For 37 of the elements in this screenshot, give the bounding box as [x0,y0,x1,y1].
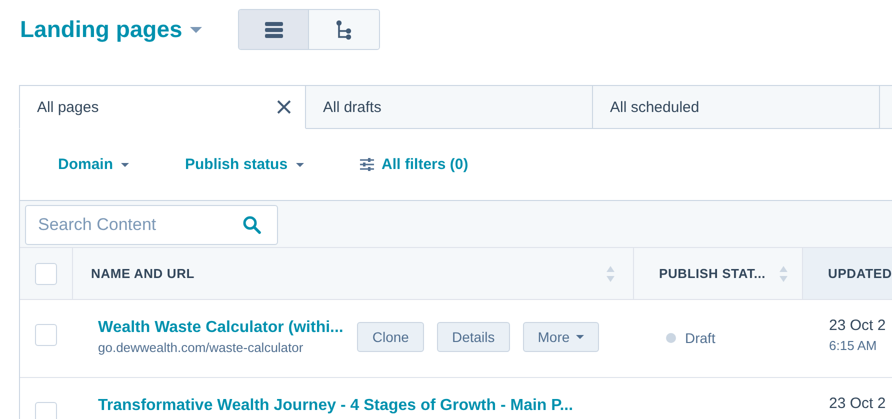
select-all-checkbox[interactable] [35,262,57,284]
search-field[interactable]: Search Content [25,205,278,245]
row-action-button[interactable]: More [522,322,599,352]
row-action-button[interactable]: Clone [357,322,424,352]
sliders-icon [360,158,374,171]
page-name-link[interactable]: Wealth Waste Calculator (withi... [98,319,344,337]
search-icon [243,216,261,234]
page-url: go.dewwealth.com/waste-calculator [98,340,304,355]
tab[interactable]: All pages [19,85,306,129]
sort-icon [779,264,788,282]
updated-time: 6:15 AM [829,338,878,353]
updated-date: 23 Oct 2 [829,317,886,334]
page-title-dropdown[interactable]: Landing pages [20,16,202,43]
tab[interactable]: All drafts [306,85,593,129]
updated-date: 23 Oct 2 [829,395,886,412]
list-view-button[interactable] [239,10,310,49]
close-icon[interactable] [277,100,291,114]
caret-icon [190,26,202,32]
page-name-link[interactable]: Transformative Wealth Journey - 4 Stages of Growth - Main P... [98,397,574,415]
all-filters-button[interactable]: All filters (0) [360,156,468,173]
column-header[interactable]: UPDATED [803,248,892,299]
column-header[interactable]: NAME AND URL [73,248,634,299]
caret-icon [576,335,584,339]
tab[interactable]: All scheduled [593,85,880,129]
caret-icon [121,162,130,166]
row-checkbox[interactable] [35,324,57,346]
status-dot [666,333,676,343]
list-icon [264,22,283,38]
filter-dropdown[interactable]: Publish status [185,156,304,173]
status-text: Draft [685,330,716,346]
caret-icon [296,162,304,166]
filter-dropdown[interactable]: Domain [58,156,130,173]
tree-view-button[interactable] [309,10,380,49]
row-checkbox[interactable] [35,402,57,419]
row-action-button[interactable]: Details [436,322,510,352]
tree-icon [336,20,352,40]
sort-icon [606,264,615,282]
